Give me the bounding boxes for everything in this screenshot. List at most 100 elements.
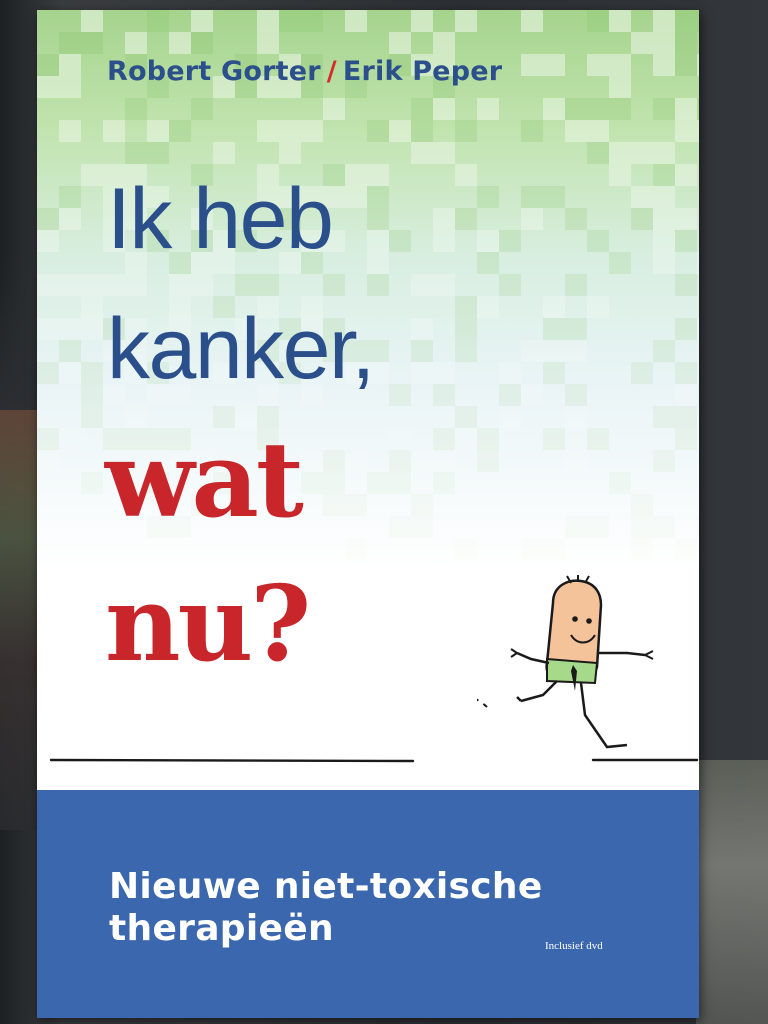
pixel-tile xyxy=(653,252,675,274)
pixel-tile xyxy=(675,362,697,384)
pixel-tile xyxy=(543,538,565,560)
pixel-tile xyxy=(697,98,699,120)
pixel-tile xyxy=(301,472,323,494)
pixel-tile xyxy=(631,32,653,54)
pixel-tile xyxy=(543,186,565,208)
pixel-tile xyxy=(587,54,609,76)
pixel-tile xyxy=(477,186,499,208)
pixel-tile xyxy=(565,516,587,538)
pixel-tile xyxy=(565,494,587,516)
pixel-tile xyxy=(81,318,103,340)
pixel-tile xyxy=(59,494,81,516)
pixel-tile xyxy=(653,516,675,538)
pixel-tile xyxy=(411,120,433,142)
pixel-tile xyxy=(191,274,213,296)
pixel-tile xyxy=(389,230,411,252)
pixel-tile xyxy=(609,560,631,570)
pixel-tile xyxy=(499,230,521,252)
subtitle: Nieuwe niet-toxische therapieën xyxy=(109,866,543,951)
pixel-tile xyxy=(59,274,81,296)
pixel-tile xyxy=(191,32,213,54)
pixel-tile xyxy=(543,494,565,516)
pixel-tile xyxy=(367,252,389,274)
pixel-tile xyxy=(411,98,433,120)
title-line-2: kanker, xyxy=(107,301,375,397)
pixel-tile xyxy=(389,32,411,54)
pixel-tile xyxy=(433,428,455,450)
pixel-tile xyxy=(587,472,609,494)
pixel-tile xyxy=(411,362,433,384)
pixel-tile xyxy=(675,54,697,76)
pixel-tile xyxy=(37,516,59,538)
pixel-tile xyxy=(565,340,587,362)
pixel-tile xyxy=(543,318,565,340)
pixel-tile xyxy=(59,54,81,76)
pixel-tile xyxy=(433,274,455,296)
pixel-tile xyxy=(631,538,653,560)
pixel-tile xyxy=(697,10,699,32)
man-leg-left xyxy=(520,680,558,703)
pixel-tile xyxy=(697,252,699,274)
subtitle-line-2: therapieën xyxy=(109,908,334,950)
pixel-tile xyxy=(631,142,653,164)
pixel-tile xyxy=(455,318,477,340)
pixel-tile xyxy=(609,76,631,98)
pixel-tile xyxy=(411,560,433,570)
pixel-tile xyxy=(433,472,455,494)
pixel-tile xyxy=(345,538,367,560)
pixel-tile xyxy=(477,472,499,494)
pixel-tile xyxy=(433,538,455,560)
pixel-tile xyxy=(609,54,631,76)
pixel-tile xyxy=(521,186,543,208)
pixel-tile xyxy=(587,98,609,120)
pixel-tile xyxy=(323,494,345,516)
pixel-tile xyxy=(257,32,279,54)
pixel-tile xyxy=(675,428,697,450)
book-cover: Robert Gorter / Erik Peper Ik heb kanker, … xyxy=(37,10,699,1018)
pixel-tile xyxy=(433,384,455,406)
pixel-tile xyxy=(257,120,279,142)
pixel-tile xyxy=(675,384,697,406)
pixel-tile xyxy=(37,274,59,296)
pixel-tile xyxy=(81,494,103,516)
pixel-tile xyxy=(565,208,587,230)
author-robert-gorter: Robert Gorter xyxy=(107,56,321,87)
pixel-tile xyxy=(653,406,675,428)
pixel-tile xyxy=(367,186,389,208)
pixel-tile xyxy=(455,428,477,450)
pixel-tile xyxy=(499,274,521,296)
pixel-tile xyxy=(59,76,81,98)
pixel-tile xyxy=(653,98,675,120)
title-line-1: Ik heb xyxy=(107,171,334,267)
pixel-tile xyxy=(411,340,433,362)
pixel-tile xyxy=(345,186,367,208)
pixel-tile xyxy=(697,406,699,428)
dvd-label: Inclusief dvd xyxy=(545,940,603,952)
pixel-tile xyxy=(455,472,477,494)
pixel-tile xyxy=(389,472,411,494)
pixel-tile xyxy=(81,560,103,570)
pixel-tile xyxy=(653,208,675,230)
pixel-tile xyxy=(411,274,433,296)
pixel-tile xyxy=(565,120,587,142)
pixel-tile xyxy=(433,450,455,472)
pixel-tile xyxy=(367,208,389,230)
pixel-tile xyxy=(125,32,147,54)
pixel-tile xyxy=(147,120,169,142)
pixel-tile xyxy=(37,208,59,230)
pixel-tile xyxy=(323,98,345,120)
man-foot-left xyxy=(516,696,522,702)
pixel-tile xyxy=(37,428,59,450)
pixel-tile xyxy=(697,516,699,538)
pixel-tile xyxy=(565,274,587,296)
pixel-tile xyxy=(411,142,433,164)
pixel-tile xyxy=(169,120,191,142)
pixel-tile xyxy=(323,472,345,494)
pixel-tile xyxy=(653,32,675,54)
pixel-tile xyxy=(81,384,103,406)
pixel-tile xyxy=(59,362,81,384)
pixel-tile xyxy=(565,406,587,428)
pixel-tile xyxy=(191,98,213,120)
pixel-tile xyxy=(521,120,543,142)
pixel-tile xyxy=(477,252,499,274)
